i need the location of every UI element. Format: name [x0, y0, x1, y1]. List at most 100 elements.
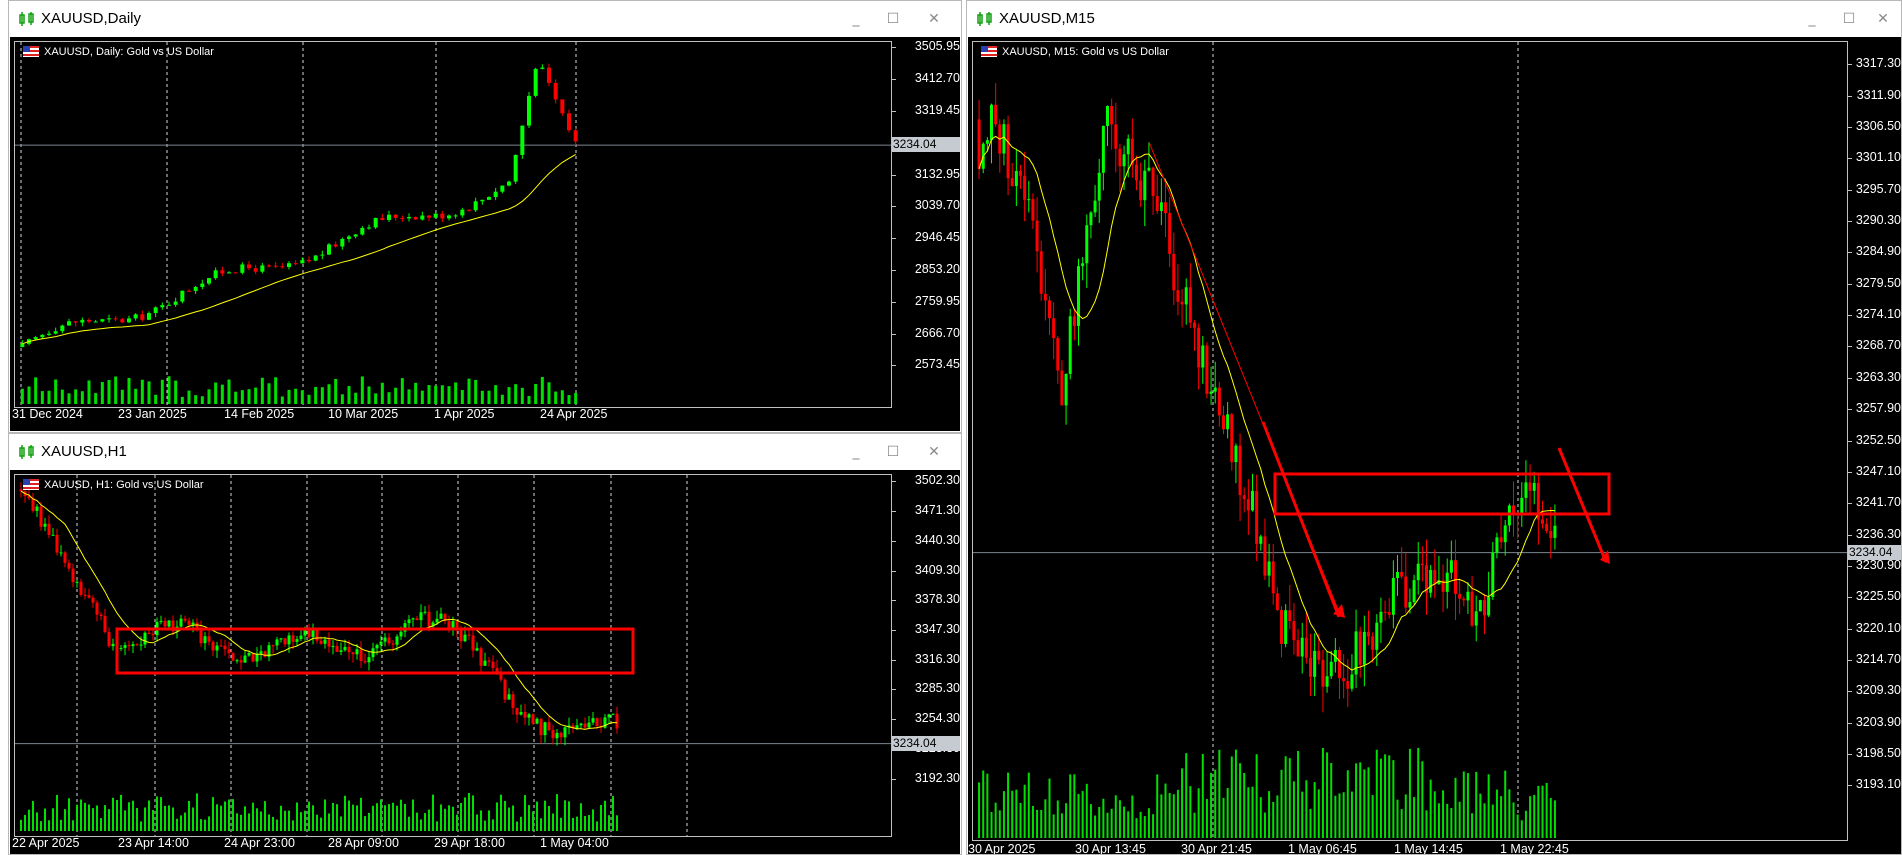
candle-body	[1035, 220, 1039, 252]
chart-area[interactable]: XAUUSD, Daily: Gold vs US Dollar 3505.95…	[10, 37, 960, 431]
candle-body	[1449, 560, 1453, 573]
price-label: 3257.90	[1855, 401, 1901, 416]
candle-body	[1429, 569, 1433, 593]
price-tick	[892, 481, 896, 483]
price-tick	[892, 540, 896, 542]
price-label: 3225.50	[1855, 589, 1901, 604]
window-titlebar[interactable]: XAUUSD,M15 _ ☐ ✕	[967, 1, 1901, 37]
candle-body	[1375, 622, 1379, 650]
candle-body	[440, 213, 445, 219]
candle-body	[79, 581, 83, 595]
window-titlebar[interactable]: XAUUSD,Daily _ ☐ ✕	[9, 1, 961, 37]
time-axis[interactable]: 30 Apr 2025 30 Apr 13:45 30 Apr 21:45 1 May…	[968, 841, 1848, 855]
candle-body	[1114, 124, 1118, 149]
price-tick	[1848, 315, 1852, 317]
minimize-button[interactable]: _	[845, 443, 867, 461]
candle-body	[1300, 637, 1304, 657]
time-label: 30 Apr 13:45	[1075, 842, 1146, 855]
candle-body	[335, 646, 339, 652]
price-label: 3316.30	[914, 651, 960, 666]
candle-body	[219, 645, 223, 647]
window-titlebar[interactable]: XAUUSD,H1 _ ☐ ✕	[9, 434, 961, 470]
price-chart[interactable]	[15, 42, 891, 407]
time-axis[interactable]: 22 Apr 2025 23 Apr 14:00 24 Apr 23:00 28 Ap…	[10, 835, 890, 854]
candle-body	[60, 325, 65, 332]
candle-body	[135, 644, 139, 646]
maximize-button[interactable]: ☐	[882, 443, 904, 461]
candle-body	[607, 714, 611, 718]
time-label: 24 Apr 23:00	[224, 836, 295, 850]
candle-body	[467, 209, 471, 211]
price-tick	[1848, 252, 1852, 254]
candle-body	[327, 639, 331, 647]
legend-text: XAUUSD, Daily: Gold vs US Dollar	[44, 46, 214, 58]
candle-body	[427, 611, 431, 627]
price-axis[interactable]: 3502.30 3471.30 3440.30 3409.30 3378.30 3347.…	[892, 470, 960, 854]
price-label: 3132.95	[914, 166, 960, 181]
price-axis[interactable]: 3317.30 3311.90 3306.50 3301.10 3295.70 3290.…	[1848, 37, 1901, 854]
candle-body	[591, 718, 595, 723]
price-tick	[892, 333, 896, 335]
candle-body	[51, 534, 55, 536]
candle-body	[220, 270, 225, 274]
candle-body	[1184, 287, 1188, 305]
legend-text: XAUUSD, H1: Gold vs US Dollar	[44, 479, 204, 491]
price-chart[interactable]	[973, 42, 1847, 840]
maximize-button[interactable]: ☐	[882, 10, 904, 28]
candle-body	[67, 321, 71, 326]
candle-body	[300, 260, 305, 264]
candle-body	[233, 272, 238, 274]
candle-body	[35, 506, 39, 511]
candle-body	[1321, 659, 1325, 687]
candle-body	[273, 265, 278, 267]
candle-body	[260, 265, 265, 272]
plot-area[interactable]: XAUUSD, M15: Gold vs US Dollar	[972, 41, 1848, 841]
window-title: XAUUSD,H1	[41, 443, 127, 460]
candle-body	[383, 637, 387, 642]
legend-text: XAUUSD, M15: Gold vs US Dollar	[1002, 46, 1169, 58]
candle-body	[275, 639, 279, 646]
price-axis[interactable]: 3505.953412.703319.453226.203132.953039.…	[892, 37, 960, 431]
candle-body	[539, 718, 543, 736]
candle-body	[371, 648, 375, 658]
candle-body	[1263, 536, 1267, 576]
candle-body	[503, 679, 507, 700]
price-tick	[1848, 95, 1852, 97]
candle-body	[180, 290, 185, 302]
candle-body	[1242, 495, 1246, 500]
price-chart[interactable]	[15, 475, 891, 836]
candle-body	[113, 318, 118, 320]
candle-body	[287, 263, 291, 267]
price-label: 3220.10	[1855, 620, 1901, 635]
candle-body	[399, 631, 403, 637]
chart-window-daily[interactable]: XAUUSD,Daily _ ☐ ✕ XAUUSD, Daily: Gold v…	[8, 0, 962, 433]
candle-body	[163, 620, 167, 627]
close-button[interactable]: ✕	[1872, 10, 1894, 28]
candle-body	[107, 632, 111, 647]
chart-area[interactable]: XAUUSD, H1: Gold vs US Dollar 3502.30 347…	[10, 470, 960, 854]
candle-body	[1222, 415, 1225, 430]
candle-body	[200, 283, 205, 287]
price-tick	[892, 79, 896, 81]
candle-body	[1251, 490, 1254, 511]
time-axis[interactable]: 31 Dec 2024 23 Jan 2025 14 Feb 2025 10 Mar …	[10, 406, 890, 428]
candle-body	[1458, 593, 1462, 599]
time-label: 1 May 22:45	[1500, 842, 1569, 855]
plot-area[interactable]: XAUUSD, H1: Gold vs US Dollar	[14, 474, 892, 837]
moving-average-line	[22, 153, 576, 345]
chart-window-m15[interactable]: XAUUSD,M15 _ ☐ ✕ XAUUSD, M15: Gold vs US…	[966, 0, 1902, 855]
minimize-button[interactable]: _	[845, 10, 867, 28]
time-label: 30 Apr 2025	[968, 842, 1036, 855]
chart-window-h1[interactable]: XAUUSD,H1 _ ☐ ✕ XAUUSD, H1: Gold vs US D…	[8, 433, 962, 855]
candle-body	[323, 639, 327, 644]
candle-body	[20, 343, 25, 348]
chart-area[interactable]: XAUUSD, M15: Gold vs US Dollar 3317.30 33…	[968, 37, 1901, 855]
plot-area[interactable]: XAUUSD, Daily: Gold vs US Dollar	[14, 41, 892, 408]
maximize-button[interactable]: ☐	[1838, 10, 1860, 28]
candle-body	[1275, 593, 1279, 611]
candle-body	[319, 640, 323, 644]
minimize-button[interactable]: _	[1801, 10, 1823, 28]
close-button[interactable]: ✕	[923, 10, 945, 28]
close-button[interactable]: ✕	[923, 443, 945, 461]
candle-body	[207, 278, 211, 284]
